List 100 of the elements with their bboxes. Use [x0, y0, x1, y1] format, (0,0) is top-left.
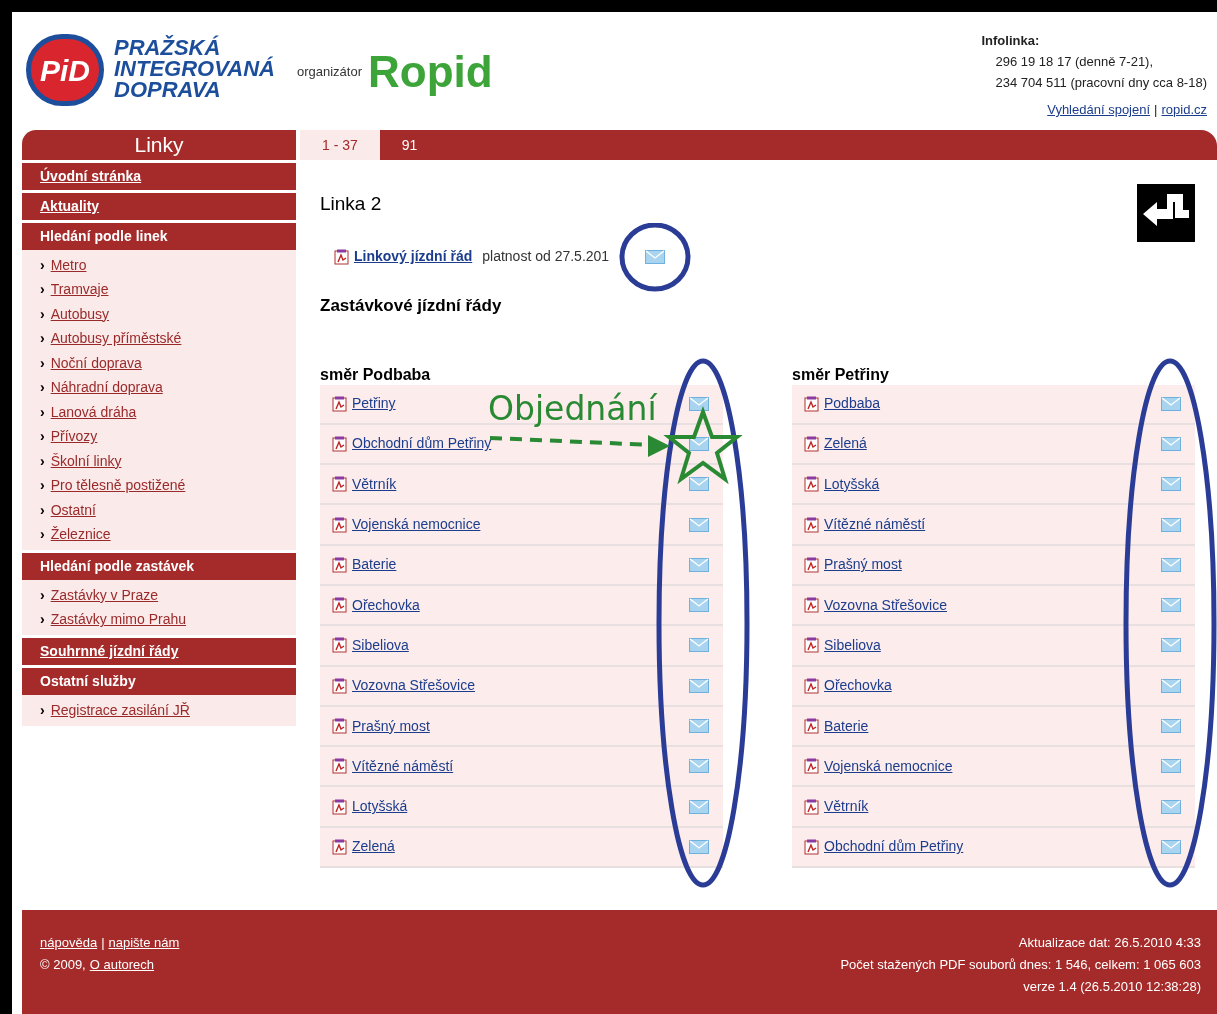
line-title: Linka 2	[320, 192, 382, 216]
sidebar-item[interactable]: Registrace zasilání JŘ	[50, 699, 190, 721]
bullet-icon: ›	[40, 377, 45, 399]
sidebar-item[interactable]: Autobusy příměstské	[50, 328, 182, 350]
pdf-icon	[804, 556, 820, 573]
mail-icon[interactable]	[1161, 678, 1181, 693]
footer-link[interactable]: napište nám	[108, 932, 180, 954]
sidebar-item[interactable]: Ostatní	[50, 499, 96, 521]
sidebar-item[interactable]: Noční doprava	[50, 352, 142, 374]
stop-link[interactable]: Baterie	[824, 715, 869, 737]
pdf-icon	[332, 798, 348, 815]
sidebar-item[interactable]: Přívozy	[50, 426, 98, 448]
mail-icon[interactable]	[689, 638, 709, 653]
bullet-icon: ›	[40, 426, 45, 448]
footer-link[interactable]: O autorech	[89, 954, 155, 976]
stop-link[interactable]: Petřiny	[352, 393, 396, 415]
stop-link[interactable]: Prašný most	[352, 715, 430, 737]
mail-icon[interactable]	[689, 396, 709, 411]
mail-icon[interactable]	[645, 249, 666, 264]
pdf-icon	[804, 476, 820, 493]
stop-link[interactable]: Sibeliova	[824, 634, 881, 656]
stop-link[interactable]: Prašný most	[824, 554, 902, 576]
stop-link[interactable]: Ořechovka	[352, 594, 420, 616]
mail-icon[interactable]	[689, 598, 709, 613]
stop-link[interactable]: Vozovna Střešovice	[824, 594, 947, 616]
pdf-icon	[804, 435, 820, 452]
sidebar-item[interactable]: Železnice	[50, 524, 111, 546]
stop-link[interactable]: Lotyšská	[352, 796, 408, 818]
footer-link[interactable]: nápověda	[40, 932, 98, 954]
sidebar-item[interactable]: Metro	[50, 254, 87, 276]
timetable-link[interactable]: Linkový jízdní řád	[354, 246, 473, 267]
stop-link[interactable]: Obchodní dům Petřiny	[352, 433, 492, 455]
mail-icon[interactable]	[689, 477, 709, 492]
sidebar-link[interactable]: Souhrnné jízdní řády	[22, 638, 296, 665]
pdf-icon	[804, 516, 820, 533]
pdf-icon	[334, 248, 350, 265]
pid-logo: PiD	[26, 34, 104, 106]
stop-link[interactable]: Podbaba	[824, 393, 881, 415]
stop-link[interactable]: Baterie	[352, 554, 397, 576]
mail-icon[interactable]	[1161, 557, 1181, 572]
bullet-icon: ›	[40, 450, 45, 472]
pdf-icon	[804, 395, 820, 412]
stop-link[interactable]: Ořechovka	[824, 675, 892, 697]
mail-icon[interactable]	[1161, 517, 1181, 532]
sidebar-item[interactable]: Zastávky v Praze	[50, 584, 159, 606]
pdf-icon	[332, 516, 348, 533]
bullet-icon: ›	[40, 254, 45, 276]
mail-icon[interactable]	[1161, 638, 1181, 653]
mail-icon[interactable]	[689, 436, 709, 451]
mail-icon[interactable]	[689, 678, 709, 693]
header-link[interactable]: Vyhledání spojení	[1047, 99, 1151, 120]
mail-icon[interactable]	[689, 557, 709, 572]
direction-heading: směr Podbaba	[320, 364, 432, 385]
sidebar-link[interactable]: Aktuality	[22, 193, 296, 220]
stop-link[interactable]: Zelená	[352, 836, 395, 858]
mail-icon[interactable]	[689, 799, 709, 814]
stop-link[interactable]: Lotyšská	[824, 473, 880, 495]
sidebar-item[interactable]: Tramvaje	[50, 279, 109, 301]
sidebar-item[interactable]: Školní linky	[50, 450, 122, 472]
stop-link[interactable]: Vojenská nemocnice	[352, 514, 481, 536]
sidebar-item[interactable]: Zastávky mimo Prahu	[50, 609, 187, 631]
sidebar-item[interactable]: Náhradní doprava	[50, 377, 163, 399]
mail-icon[interactable]	[1161, 759, 1181, 774]
footer-stat-text: Aktualizace dat: 26.5.2010 4:33	[1018, 934, 1201, 952]
stop-link[interactable]: Zelená	[824, 433, 867, 455]
sidebar-item[interactable]: Pro tělesně postižené	[50, 475, 186, 497]
sidebar-item[interactable]: Lanová dráha	[50, 401, 137, 423]
validity-text: platnost od 27.5.201	[482, 247, 610, 266]
sidebar-item[interactable]: Autobusy	[50, 303, 110, 325]
direction-heading: směr Petřiny	[792, 364, 890, 385]
stop-link[interactable]: Obchodní dům Petřiny	[824, 836, 964, 858]
mail-icon[interactable]	[689, 517, 709, 532]
pdf-icon	[804, 718, 820, 734]
stop-link[interactable]: Větrník	[352, 473, 397, 495]
mail-icon[interactable]	[1161, 396, 1181, 411]
pdf-icon	[332, 556, 348, 573]
mail-icon[interactable]	[1161, 598, 1181, 613]
stop-link[interactable]: Vozovna Střešovice	[352, 675, 475, 697]
mail-icon[interactable]	[689, 759, 709, 774]
sidebar-section-heading: Ostatní služby	[22, 668, 296, 695]
separator-text: |	[1154, 101, 1158, 119]
mail-icon[interactable]	[1161, 477, 1181, 492]
stop-link[interactable]: Vojenská nemocnice	[824, 755, 953, 777]
stop-link[interactable]: Vítězné náměstí	[824, 514, 926, 536]
sidebar-link[interactable]: Úvodní stránka	[22, 163, 296, 190]
stop-link[interactable]: Vítězné náměstí	[352, 755, 454, 777]
line-tab[interactable]: 91	[379, 130, 440, 160]
pdf-icon	[804, 677, 820, 694]
mail-icon[interactable]	[1161, 839, 1181, 854]
mail-icon[interactable]	[1161, 436, 1181, 451]
mail-icon[interactable]	[1161, 719, 1181, 733]
pdf-icon	[332, 758, 348, 775]
mail-icon[interactable]	[689, 719, 709, 733]
stop-link[interactable]: Větrník	[824, 796, 869, 818]
mail-icon[interactable]	[689, 839, 709, 854]
header-link[interactable]: ropid.cz	[1161, 99, 1207, 120]
separator-text: |	[101, 934, 105, 952]
line-tab[interactable]: 1 - 37	[300, 130, 380, 160]
mail-icon[interactable]	[1161, 799, 1181, 814]
stop-link[interactable]: Sibeliova	[352, 634, 409, 656]
